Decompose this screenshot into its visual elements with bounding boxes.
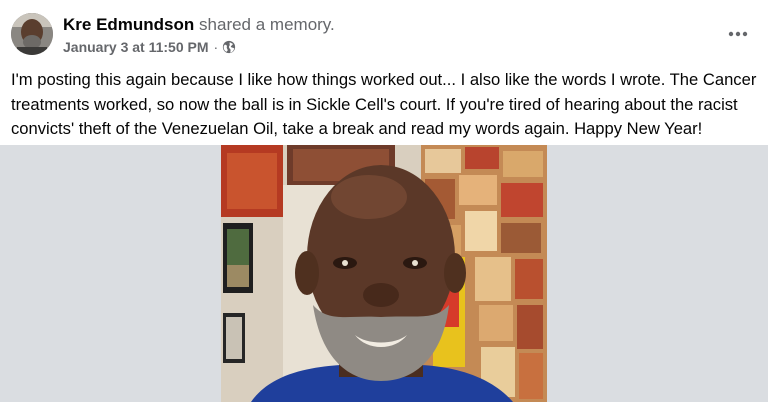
avatar[interactable] xyxy=(11,13,53,55)
author-line: Kre Edmundson shared a memory. xyxy=(63,14,335,36)
meta-separator: · xyxy=(213,39,219,55)
more-options-icon xyxy=(728,31,748,37)
avatar-image xyxy=(11,13,53,55)
more-options-button[interactable] xyxy=(724,20,752,48)
post-body-text: I'm posting this again because I like ho… xyxy=(11,70,757,138)
post-meta: January 3 at 11:50 PM · xyxy=(63,38,236,56)
post-header: Kre Edmundson shared a memory. January 3… xyxy=(0,0,768,66)
post-media-area xyxy=(0,145,768,402)
facebook-post: Kre Edmundson shared a memory. January 3… xyxy=(0,0,768,402)
post-photo[interactable] xyxy=(221,145,547,402)
globe-icon[interactable] xyxy=(222,40,236,54)
post-timestamp-link[interactable]: January 3 at 11:50 PM xyxy=(63,38,209,56)
selfie-photo xyxy=(221,145,547,402)
author-name-link[interactable]: Kre Edmundson xyxy=(63,15,194,34)
post-action-text: shared a memory. xyxy=(199,15,335,34)
